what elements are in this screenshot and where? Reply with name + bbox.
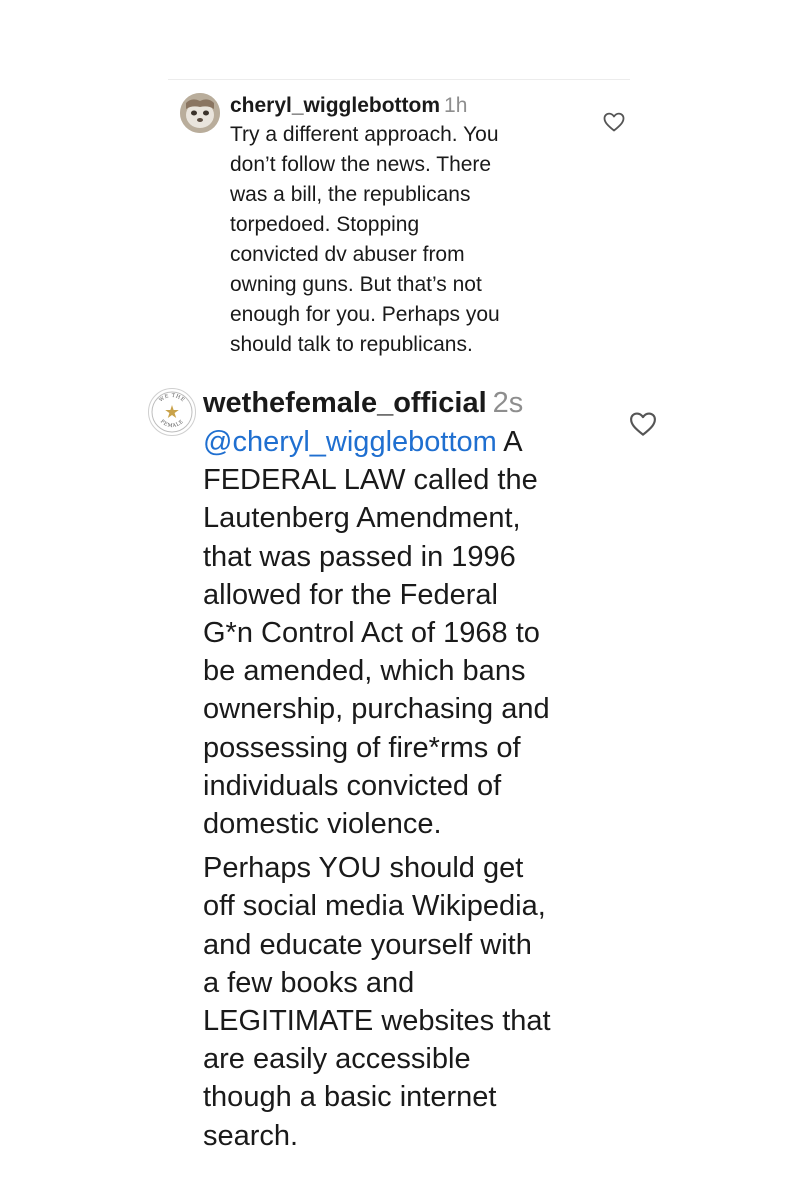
avatar[interactable] [180,93,220,133]
comment-line: was a bill, the republicans [230,183,471,206]
comment-line: a few books and [203,966,415,999]
mention-link[interactable]: @cheryl_wigglebottom [203,426,497,458]
comment-line-tail: A [496,426,523,458]
comment-text: Try a different approach. You don’t foll… [230,120,590,360]
we-the-female-logo-icon: WE THE FEMALE [151,391,193,433]
comment-line: be amended, which bans [203,655,526,688]
comment-line: Lautenberg Amendment, [203,502,521,535]
username[interactable]: wethefemale_official [203,387,487,419]
comment-line: enough for you. Perhaps you [230,303,500,326]
comment-line: don’t follow the news. There [230,153,492,176]
comment-line: owning guns. But that’s not [230,273,482,296]
comment-line: should talk to republicans. [230,333,473,356]
comment-line: G*n Control Act of 1968 to [203,617,540,650]
comment-line: torpedoed. Stopping [230,213,420,236]
timestamp[interactable]: 2s [493,387,524,419]
timestamp[interactable]: 1h [444,94,467,117]
comment-line: @cheryl_wigglebottom A [203,423,623,461]
comment-line: and educate yourself with [203,928,532,961]
comment-header: wethefemale_official 2s [203,383,623,423]
profile-photo-icon [180,93,220,133]
comment-line: are easily accessible [203,1043,471,1076]
comment-line: convicted dv abuser from [230,243,465,266]
comment-body: wethefemale_official 2s @cheryl_wigglebot… [203,383,623,1155]
comment-wethefemale: WE THE FEMALE wethefemale_official 2s @ch… [140,380,780,1180]
comment-line: possessing of fire*rms of [203,731,521,764]
comment-line: LEGITIMATE websites that [203,1005,551,1038]
comment-text: @cheryl_wigglebottom A FEDERAL LAW calle… [203,423,623,1155]
comment-line: off social media Wikipedia, [203,890,546,923]
heart-outline-icon [630,412,656,436]
comment-line: that was passed in 1996 [203,540,516,573]
comment-line: search. [203,1119,299,1152]
comment-header: cheryl_wigglebottom 1h [230,92,590,120]
comment-line: FEDERAL LAW called the [203,464,538,497]
heart-outline-icon [603,112,625,132]
comment-cheryl: cheryl_wigglebottom 1h Try a different ap… [168,80,638,380]
comment-line: Perhaps YOU should get [203,852,524,885]
comment-body: cheryl_wigglebottom 1h Try a different ap… [230,92,590,360]
avatar[interactable]: WE THE FEMALE [148,388,196,436]
username[interactable]: cheryl_wigglebottom [230,94,440,117]
like-button[interactable] [602,110,626,134]
comment-line: allowed for the Federal [203,578,498,611]
comment-line: domestic violence. [203,808,442,841]
comment-line: ownership, purchasing and [203,693,550,726]
comment-line: Try a different approach. You [230,123,499,146]
like-button[interactable] [628,409,658,439]
comment-line: though a basic internet [203,1081,497,1114]
comment-line: individuals convicted of [203,769,502,802]
